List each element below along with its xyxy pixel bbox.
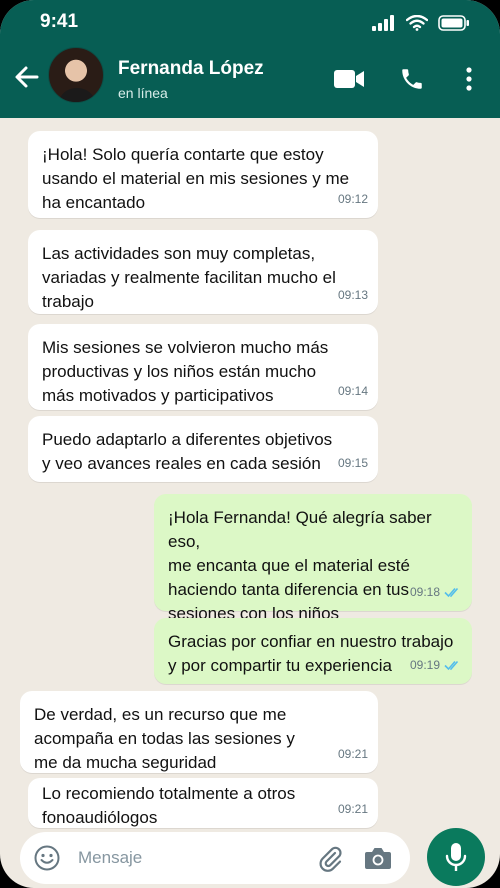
time-label: 09:13 <box>337 288 368 302</box>
time-label: 09:18 <box>409 585 440 599</box>
message-time: 09:12 <box>338 187 368 211</box>
message-bubble[interactable]: Lo recomiendo totalmente a otros fonoaud… <box>28 778 378 828</box>
status-icons <box>372 12 470 34</box>
message-time: 09:13 <box>338 283 368 307</box>
back-arrow-icon[interactable] <box>12 62 42 92</box>
message-text: ¡Hola Fernanda! Qué alegría saber eso, m… <box>168 508 432 623</box>
attach-icon[interactable] <box>316 844 344 872</box>
battery-icon <box>438 15 469 31</box>
message-input[interactable] <box>78 846 288 870</box>
read-ticks-icon <box>444 587 459 598</box>
message-text: Las actividades son muy completas, varia… <box>42 244 336 311</box>
message-text: Mis sesiones se volvieron mucho más prod… <box>42 338 329 405</box>
phone-icon[interactable] <box>395 62 429 96</box>
read-ticks-icon <box>444 660 459 671</box>
signal-icon <box>372 15 394 31</box>
message-bubble[interactable]: Mis sesiones se volvieron mucho más prod… <box>28 324 378 410</box>
more-vert-icon[interactable] <box>454 62 484 96</box>
mic-icon <box>445 843 467 871</box>
time-label: 09:12 <box>337 192 368 206</box>
message-bubble[interactable]: Puedo adaptarlo a diferentes objetivos y… <box>28 416 378 482</box>
time-label: 09:21 <box>337 802 368 816</box>
message-text: Puedo adaptarlo a diferentes objetivos y… <box>42 430 333 473</box>
message-time: 09:15 <box>338 451 368 475</box>
message-bubble[interactable]: Las actividades son muy completas, varia… <box>28 230 378 314</box>
message-time: 09:19 <box>410 653 462 677</box>
message-text: Lo recomiendo totalmente a otros fonoaud… <box>42 784 296 827</box>
message-bubble-outgoing[interactable]: Gracias por confiar en nuestro trabajo y… <box>154 618 472 684</box>
video-call-icon[interactable] <box>332 62 366 96</box>
contact-status: en línea <box>118 85 168 101</box>
contact-name[interactable]: Fernanda López <box>118 58 264 80</box>
time-label: 09:21 <box>337 747 368 761</box>
wifi-icon <box>406 15 428 31</box>
message-bubble[interactable]: De verdad, es un recurso que me acompaña… <box>20 691 378 773</box>
message-time: 09:21 <box>338 797 368 821</box>
message-composer <box>20 832 410 884</box>
status-time: 9:41 <box>40 11 79 32</box>
emoji-icon[interactable] <box>34 845 60 871</box>
message-text: ¡Hola! Solo quería contarte que estoy us… <box>42 145 350 212</box>
camera-icon[interactable] <box>364 845 392 871</box>
message-time: 09:18 <box>410 580 462 604</box>
message-time: 09:21 <box>338 742 368 766</box>
message-bubble-outgoing[interactable]: ¡Hola Fernanda! Qué alegría saber eso, m… <box>154 494 472 623</box>
avatar[interactable] <box>48 47 104 103</box>
chat-header: 9:41 Fernanda López en línea <box>0 0 500 118</box>
time-label: 09:15 <box>337 456 368 470</box>
message-text: De verdad, es un recurso que me acompaña… <box>34 705 295 772</box>
phone-frame: 9:41 Fernanda López en línea ¡Hola! Solo… <box>0 0 500 888</box>
mic-button[interactable] <box>427 828 485 886</box>
message-bubble[interactable]: ¡Hola! Solo quería contarte que estoy us… <box>28 131 378 218</box>
message-time: 09:14 <box>338 379 368 403</box>
time-label: 09:19 <box>409 658 440 672</box>
time-label: 09:14 <box>337 384 368 398</box>
message-list[interactable]: ¡Hola! Solo quería contarte que estoy us… <box>0 118 500 830</box>
